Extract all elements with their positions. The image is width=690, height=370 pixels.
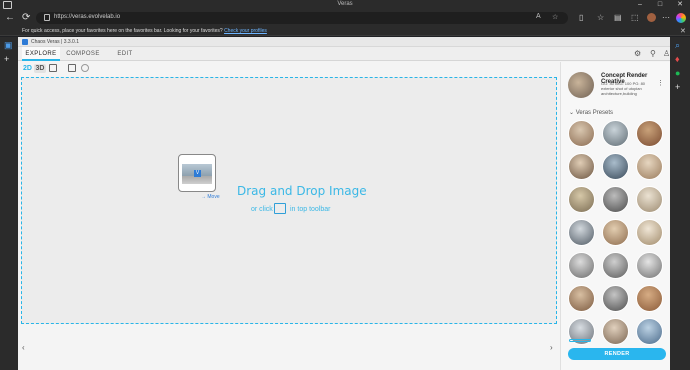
back-icon[interactable]: ← [5, 13, 15, 23]
move-label: → Move [201, 194, 220, 200]
browser-left-sidebar: ▣ + [0, 37, 18, 370]
thumbnail-strip: ‹ › [18, 326, 558, 370]
shopping-icon[interactable]: ♦ [675, 54, 680, 64]
2d-toggle[interactable]: 2D [22, 64, 33, 73]
split-screen-icon[interactable]: ▯ [579, 14, 583, 22]
collections-icon[interactable]: ▤ [614, 14, 622, 22]
vertical-tabs-icon[interactable]: ▣ [4, 40, 13, 51]
presets-label[interactable]: ⌄ Veras Presets [569, 109, 613, 116]
minimize-icon[interactable]: – [630, 0, 650, 10]
preset-thumbnail[interactable] [636, 186, 663, 213]
presets-grid [568, 120, 668, 350]
spotify-icon[interactable]: ● [675, 68, 680, 78]
tab-compose[interactable]: COMPOSE [64, 47, 102, 61]
address-bar-row: ← ⟳ https://veras.evolvelab.io A ☆ ▯ ☆ ▤… [0, 10, 690, 27]
style-menu-icon[interactable]: ⋮ [657, 79, 664, 87]
preset-thumbnail[interactable] [636, 153, 663, 180]
check-profiles-link[interactable]: Check your profiles [224, 28, 267, 34]
browser-right-sidebar: ⌕ ♦ ● + [670, 37, 690, 370]
3d-toggle[interactable]: 3D [34, 64, 46, 73]
next-arrow-icon[interactable]: › [550, 343, 553, 352]
veras-logo-icon [22, 39, 28, 45]
window-title: Veras [337, 1, 353, 7]
close-window-icon[interactable]: ✕ [670, 0, 690, 10]
preset-thumbnail[interactable] [602, 120, 629, 147]
favorites-bar: For quick access, place your favorites h… [0, 27, 690, 36]
upload-image-icon-inline [274, 203, 286, 214]
preset-thumbnail[interactable] [636, 219, 663, 246]
render-button[interactable]: RENDER [568, 348, 666, 360]
save-icon[interactable] [49, 64, 57, 72]
preset-thumbnail[interactable] [602, 219, 629, 246]
close-favorites-bar-icon[interactable]: ✕ [680, 27, 686, 35]
preset-thumbnail[interactable] [602, 186, 629, 213]
drop-sub-prefix: or click [251, 206, 273, 213]
app-title-bar: Chaos Veras | 3.3.0.1 [18, 37, 670, 47]
user-icon[interactable]: ♙ [663, 50, 670, 58]
style-thumbnail[interactable] [568, 72, 594, 98]
favorites-icon[interactable]: ☆ [597, 14, 604, 22]
veras-app: Chaos Veras | 3.3.0.1 EXPLORE COMPOSE ED… [18, 37, 670, 370]
preset-thumbnail[interactable] [568, 153, 595, 180]
preset-thumbnail[interactable] [636, 252, 663, 279]
preset-thumbnail[interactable] [602, 318, 629, 345]
image-thumbnail[interactable]: V [178, 154, 216, 192]
preset-thumbnail[interactable] [568, 252, 595, 279]
preset-thumbnail[interactable] [602, 153, 629, 180]
lock-icon [44, 14, 50, 21]
drop-sub-suffix: in top toolbar [290, 206, 331, 213]
tab-edit[interactable]: EDIT [108, 47, 142, 61]
more-icon[interactable]: ⋯ [662, 14, 670, 22]
visibility-icon[interactable] [81, 64, 89, 72]
preset-thumbnail[interactable] [602, 252, 629, 279]
add-sidebar-app-icon[interactable]: + [675, 82, 680, 92]
preset-thumbnail[interactable] [568, 285, 595, 312]
new-tab-icon[interactable]: + [4, 54, 9, 64]
style-description: GG: 40 IMG: 100 PG: 80 exterior shot of … [601, 81, 646, 96]
app-title: Chaos Veras | 3.3.0.1 [31, 39, 79, 45]
preset-thumbnail[interactable] [568, 120, 595, 147]
upload-image-icon[interactable] [68, 64, 76, 72]
view-toolbar: 2D 3D [18, 62, 558, 75]
prev-arrow-icon[interactable]: ‹ [22, 343, 25, 352]
mode-tabs: EXPLORE COMPOSE EDIT ⚙ ⚲ ♙ [18, 47, 670, 61]
preset-thumbnail[interactable] [602, 285, 629, 312]
refresh-icon[interactable]: ⟳ [22, 13, 30, 23]
maximize-icon[interactable]: □ [650, 0, 670, 10]
preset-thumbnail[interactable] [568, 219, 595, 246]
url-field[interactable]: https://veras.evolvelab.io A ☆ [36, 12, 568, 24]
tab-explore[interactable]: EXPLORE [22, 47, 60, 61]
read-aloud-icon[interactable]: A [536, 13, 541, 20]
image-drop-zone[interactable]: V → Move Drag and Drop Image or click in… [21, 77, 557, 324]
copilot-icon[interactable] [676, 13, 686, 23]
url-text: https://veras.evolvelab.io [54, 14, 121, 20]
filter-icon[interactable]: ⚲ [650, 50, 656, 58]
favorite-star-icon[interactable]: ☆ [552, 13, 558, 21]
preset-thumbnail[interactable] [568, 186, 595, 213]
extensions-icon[interactable]: ⬚ [631, 14, 639, 22]
drop-title: Drag and Drop Image [237, 184, 367, 198]
app-badge-icon: V [194, 170, 201, 177]
preset-thumbnail[interactable] [636, 285, 663, 312]
style-panel: Concept Render Creative GG: 40 IMG: 100 … [560, 62, 670, 370]
preset-thumbnail[interactable] [636, 318, 663, 345]
profile-avatar[interactable] [647, 13, 656, 22]
search-sidebar-icon[interactable]: ⌕ [675, 40, 680, 51]
browser-title-bar: Veras – □ ✕ [0, 0, 690, 10]
presets-scroll-indicator[interactable] [569, 339, 591, 342]
settings-gear-icon[interactable]: ⚙ [634, 50, 641, 58]
favorites-message: For quick access, place your favorites h… [22, 28, 267, 34]
preset-thumbnail[interactable] [636, 120, 663, 147]
